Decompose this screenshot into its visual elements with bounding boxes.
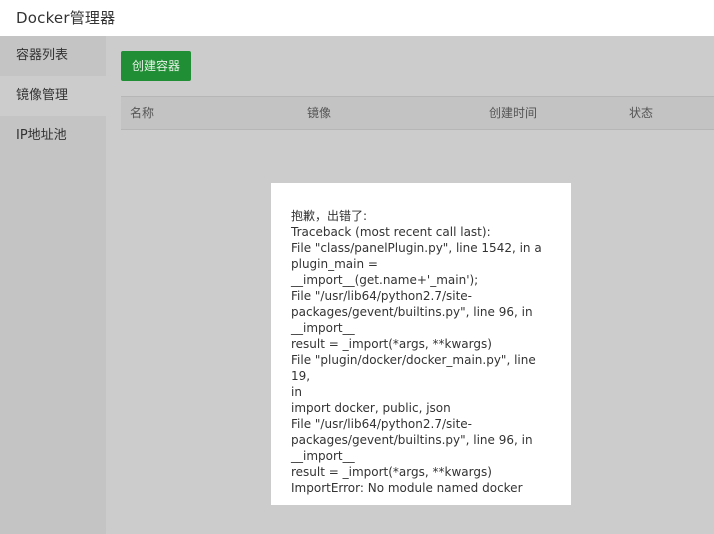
app-title: Docker管理器 <box>16 9 116 27</box>
column-header-created-time[interactable]: 创建时间 <box>489 97 537 129</box>
error-message-line: result = _import(*args, **kwargs) <box>291 337 492 351</box>
error-message-line: File "/usr/lib64/python2.7/site- <box>291 417 472 431</box>
create-container-button[interactable]: 创建容器 <box>121 51 191 81</box>
table-header: 名称 镜像 创建时间 状态 <box>121 96 714 130</box>
error-message-line: __import__(get.name+'_main'); <box>291 273 479 287</box>
column-header-name[interactable]: 名称 <box>130 97 154 129</box>
error-message-line: File "class/panelPlugin.py", line 1542, … <box>291 241 542 255</box>
error-message-line: __import__ <box>291 449 355 463</box>
error-message-line: plugin_main = <box>291 257 378 271</box>
error-message-line: ImportError: No module named docker <box>291 481 523 495</box>
error-dialog: 抱歉，出错了: Traceback (most recent call last… <box>271 183 571 505</box>
sidebar-item-container-list[interactable]: 容器列表 <box>0 36 106 76</box>
window-titlebar: Docker管理器 <box>0 0 714 36</box>
error-message-line: in <box>291 385 302 399</box>
error-message-line: __import__ <box>291 321 355 335</box>
error-message-line: packages/gevent/builtins.py", line 96, i… <box>291 433 533 447</box>
column-header-status[interactable]: 状态 <box>629 97 653 129</box>
error-message-line: File "plugin/docker/docker_main.py", lin… <box>291 353 536 383</box>
error-message-line: 抱歉，出错了: <box>291 209 368 223</box>
sidebar-item-ip-pool[interactable]: IP地址池 <box>0 116 106 156</box>
sidebar-item-image-management[interactable]: 镜像管理 <box>0 76 106 116</box>
error-message-line: File "/usr/lib64/python2.7/site- <box>291 289 472 303</box>
column-header-image[interactable]: 镜像 <box>307 97 331 129</box>
error-message-line: import docker, public, json <box>291 401 451 415</box>
error-message-line: packages/gevent/builtins.py", line 96, i… <box>291 305 533 319</box>
error-message-line: Traceback (most recent call last): <box>291 225 491 239</box>
sidebar: 容器列表 镜像管理 IP地址池 <box>0 36 106 534</box>
error-message-line: result = _import(*args, **kwargs) <box>291 465 492 479</box>
